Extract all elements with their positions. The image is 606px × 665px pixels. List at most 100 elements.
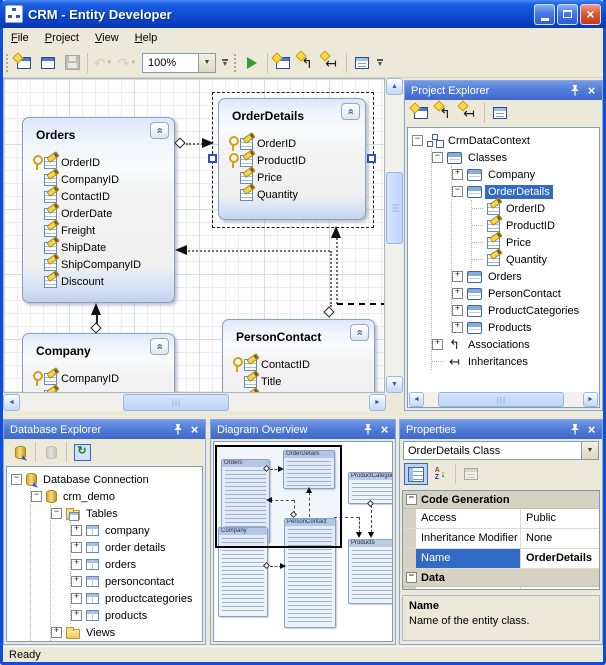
- tree-item-company[interactable]: +company: [71, 522, 202, 539]
- expand-toggle[interactable]: −: [11, 474, 22, 485]
- menu-file[interactable]: File: [3, 30, 37, 46]
- expand-toggle[interactable]: +: [71, 559, 82, 570]
- entity-header[interactable]: Orders«: [23, 118, 174, 154]
- diagram-vscrollbar-thumb[interactable]: [386, 172, 403, 244]
- categorized-button[interactable]: [404, 463, 428, 485]
- entity-field-discount[interactable]: Discount: [23, 273, 174, 290]
- title-bar[interactable]: CRM - Entity Developer ×: [0, 0, 606, 28]
- diagram-hscrollbar-thumb[interactable]: [123, 394, 229, 411]
- entity-field-title[interactable]: Title: [223, 373, 374, 390]
- tree-item-price[interactable]: Price: [472, 234, 599, 251]
- new-inheritance-button[interactable]: ↤: [319, 51, 343, 74]
- collapse-button[interactable]: «: [150, 122, 169, 139]
- expand-toggle[interactable]: −: [51, 508, 62, 519]
- menu-view[interactable]: View: [87, 30, 127, 46]
- entity-field-companyid[interactable]: CompanyID: [23, 370, 174, 387]
- properties-window-button[interactable]: [350, 51, 374, 74]
- tree-item-productcategories[interactable]: +productcategories: [71, 590, 202, 607]
- refresh-button[interactable]: ↻: [70, 441, 94, 464]
- entity-field-shipdate[interactable]: ShipDate: [23, 239, 174, 256]
- entity-field-price[interactable]: Price: [219, 169, 365, 186]
- tree-item-associations[interactable]: +↰Associations: [432, 336, 599, 353]
- expand-toggle[interactable]: +: [452, 271, 463, 282]
- expand-toggle[interactable]: +: [71, 525, 82, 536]
- property-name[interactable]: Inheritance Modifier: [416, 529, 521, 548]
- property-row-source[interactable]: Sourcecrm_demo.`o: [403, 587, 599, 590]
- expand-toggle[interactable]: +: [51, 627, 62, 638]
- entity-field-freight[interactable]: Freight: [23, 222, 174, 239]
- collapse-button[interactable]: «: [150, 338, 169, 355]
- disconnect-database-button[interactable]: [39, 441, 63, 464]
- tree-item-classes[interactable]: −Classes: [432, 149, 599, 166]
- tree-item-order-details[interactable]: +order details: [71, 539, 202, 556]
- new-project-button[interactable]: [12, 51, 36, 74]
- tree-item-products[interactable]: +products: [71, 607, 202, 624]
- entity-field-contactid[interactable]: ContactID: [223, 356, 374, 373]
- property-name[interactable]: Access: [416, 509, 521, 528]
- entity-field-item[interactable]: [223, 390, 374, 393]
- diagram-overview-titlebar[interactable]: Diagram Overview ×: [211, 420, 395, 439]
- entity-header[interactable]: PersonContact«: [223, 320, 374, 356]
- menu-help[interactable]: Help: [127, 30, 166, 46]
- overview-viewport[interactable]: [215, 445, 342, 548]
- expand-toggle[interactable]: −: [432, 152, 443, 163]
- tree-hscrollbar-thumb[interactable]: [438, 392, 564, 407]
- expand-toggle[interactable]: +: [71, 576, 82, 587]
- tree-item-company[interactable]: +Company: [452, 166, 599, 183]
- panel-close-button[interactable]: ×: [187, 423, 202, 437]
- new-association-button[interactable]: ↰: [295, 51, 319, 74]
- diagram-scroll-down-button[interactable]: ▼: [386, 376, 403, 393]
- expand-toggle[interactable]: −: [412, 135, 423, 146]
- alphabetical-sort-button[interactable]: AZ↓: [428, 463, 452, 485]
- property-row-access[interactable]: AccessPublic: [403, 509, 599, 529]
- toolbar-grip[interactable]: [233, 53, 238, 73]
- property-row-name[interactable]: NameOrderDetails: [403, 549, 599, 569]
- tree-item-crmdatacontext[interactable]: −CrmDataContext: [412, 132, 599, 149]
- selection-handle[interactable]: [367, 154, 376, 163]
- property-name[interactable]: Source: [416, 587, 521, 590]
- property-value[interactable]: Public: [521, 509, 599, 528]
- properties-window-button[interactable]: [488, 102, 512, 125]
- new-class-button[interactable]: [271, 51, 295, 74]
- property-pages-button[interactable]: [459, 463, 483, 485]
- selection-handle[interactable]: [208, 154, 217, 163]
- tree-item-orders[interactable]: +Orders: [452, 268, 599, 285]
- tree-item-quantity[interactable]: Quantity: [472, 251, 599, 268]
- redo-button[interactable]: ↷▼: [115, 51, 139, 74]
- tree-item-productcategories[interactable]: +ProductCategories: [452, 302, 599, 319]
- tree-scroll-left-button[interactable]: ◄: [409, 392, 424, 407]
- undo-button[interactable]: ↶▼: [91, 51, 115, 74]
- panel-close-button[interactable]: ×: [377, 423, 392, 437]
- entity-field-orderid[interactable]: OrderID: [219, 135, 365, 152]
- tree-item-views[interactable]: +Views: [51, 624, 202, 641]
- entity-field-orderdate[interactable]: OrderDate: [23, 205, 174, 222]
- zoom-combo[interactable]: 100% ▼: [142, 53, 216, 73]
- collapse-button[interactable]: «: [341, 103, 360, 120]
- property-value[interactable]: OrderDetails: [521, 549, 599, 568]
- properties-titlebar[interactable]: Properties ×: [400, 420, 602, 439]
- entity-field-contactid[interactable]: ContactID: [23, 188, 174, 205]
- expand-toggle[interactable]: +: [452, 288, 463, 299]
- expand-toggle[interactable]: +: [71, 542, 82, 553]
- entity-header[interactable]: OrderDetails«: [219, 99, 365, 135]
- new-inheritance-button[interactable]: ↤: [457, 102, 481, 125]
- entity-field-quantity[interactable]: Quantity: [219, 186, 365, 203]
- panel-close-button[interactable]: ×: [584, 84, 599, 98]
- entity-company[interactable]: Company«CompanyID: [22, 333, 175, 393]
- new-association-button[interactable]: ↰: [433, 102, 457, 125]
- expand-toggle[interactable]: +: [452, 322, 463, 333]
- entity-personcontact[interactable]: PersonContact«ContactIDTitle: [222, 319, 375, 393]
- tree-item-personcontact[interactable]: +personcontact: [71, 573, 202, 590]
- database-explorer-titlebar[interactable]: Database Explorer ×: [4, 420, 205, 439]
- tree-item-database-connection[interactable]: −Database Connection: [11, 471, 202, 488]
- tree-item-productid[interactable]: ProductID: [472, 217, 599, 234]
- overview-canvas[interactable]: OrdersOrderDetailsProductCategoriesCompa…: [213, 441, 393, 642]
- minimize-button[interactable]: [534, 4, 555, 25]
- maximize-button[interactable]: [557, 4, 578, 25]
- entity-header[interactable]: Company«: [23, 334, 174, 370]
- project-explorer-titlebar[interactable]: Project Explorer ×: [405, 81, 602, 100]
- collapse-button[interactable]: «: [350, 324, 369, 341]
- toolbar-grip[interactable]: [5, 53, 10, 73]
- entity-field-productid[interactable]: ProductID: [219, 152, 365, 169]
- expand-toggle[interactable]: −: [452, 186, 463, 197]
